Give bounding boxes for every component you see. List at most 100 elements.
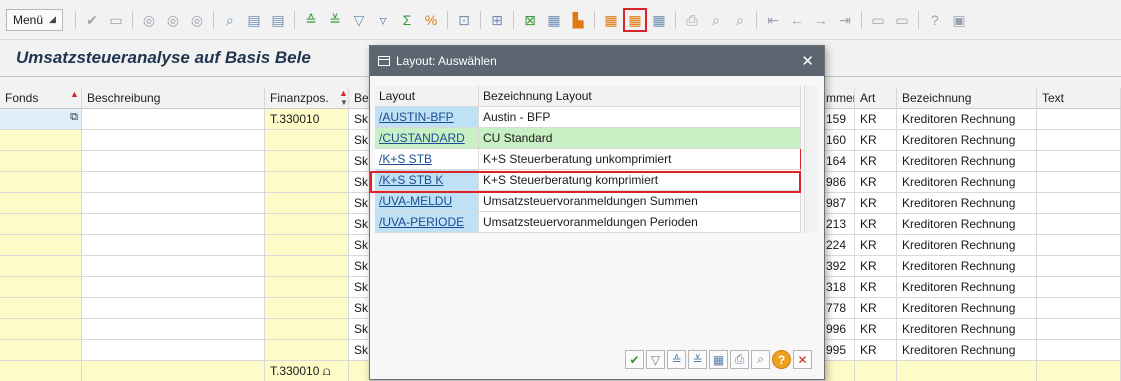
- cell-beschreibung[interactable]: [82, 214, 265, 235]
- new-session-icon[interactable]: ▭: [869, 11, 887, 29]
- cell-be[interactable]: Sk: [349, 235, 371, 256]
- filter-set-icon[interactable]: ▿: [374, 11, 392, 29]
- cell-finanzpos[interactable]: [265, 319, 349, 340]
- cell-fonds[interactable]: [0, 235, 82, 256]
- layout-cell[interactable]: /K+S STB: [375, 149, 479, 170]
- layout-description[interactable]: Umsatzsteuervoranmeldungen Summen: [479, 191, 801, 212]
- layout-row[interactable]: /CUSTANDARD CU Standard: [375, 128, 801, 149]
- export-icon[interactable]: ⊞: [488, 11, 506, 29]
- spreadsheet-icon[interactable]: ⊠: [521, 11, 539, 29]
- layout-description[interactable]: Umsatzsteuervoranmeldungen Perioden: [479, 212, 801, 233]
- cell-fonds[interactable]: [0, 130, 82, 151]
- cell-beschreibung[interactable]: [82, 319, 265, 340]
- shortcut-icon[interactable]: ▭: [893, 11, 911, 29]
- cell-nummer[interactable]: 160: [825, 130, 855, 151]
- layout-change-icon[interactable]: ▦: [602, 11, 620, 29]
- cell-nummer[interactable]: 987: [825, 193, 855, 214]
- filter-button[interactable]: ▽: [646, 350, 665, 369]
- cell-text[interactable]: [1037, 193, 1121, 214]
- layout-save-icon[interactable]: ▦: [650, 11, 668, 29]
- cell-bezeichnung[interactable]: Kreditoren Rechnung: [897, 256, 1037, 277]
- layout-cell[interactable]: /UVA-MELDU: [375, 191, 479, 212]
- cell-nummer[interactable]: 224: [825, 235, 855, 256]
- cell-nummer[interactable]: 213: [825, 214, 855, 235]
- cell-be[interactable]: Sk: [349, 130, 371, 151]
- cell-beschreibung[interactable]: [82, 109, 265, 130]
- layout-cell[interactable]: /AUSTIN-BFP: [375, 107, 479, 128]
- col-header-bezeichnung-layout[interactable]: Bezeichnung Layout: [479, 86, 801, 107]
- layout-cell[interactable]: /UVA-PERIODE: [375, 212, 479, 233]
- layout-button[interactable]: ▦: [709, 350, 728, 369]
- cell-be[interactable]: Sk: [349, 340, 371, 361]
- layout-description[interactable]: CU Standard: [479, 128, 801, 149]
- close-icon[interactable]: ✕: [801, 52, 814, 70]
- cell-beschreibung[interactable]: [82, 298, 265, 319]
- cell-finanzpos[interactable]: [265, 193, 349, 214]
- print-icon[interactable]: ⎙: [683, 11, 701, 29]
- cell-bezeichnung[interactable]: Kreditoren Rechnung: [897, 109, 1037, 130]
- layout-link[interactable]: /UVA-PERIODE: [379, 215, 464, 229]
- layout-link[interactable]: /K+S STB: [379, 152, 432, 166]
- cell-beschreibung[interactable]: [82, 277, 265, 298]
- cell-art[interactable]: KR: [855, 340, 897, 361]
- cell-fonds[interactable]: [0, 256, 82, 277]
- cell-art[interactable]: KR: [855, 235, 897, 256]
- cell-fonds[interactable]: [0, 340, 82, 361]
- cell-art[interactable]: KR: [855, 277, 897, 298]
- first-page-icon[interactable]: ⇤: [764, 11, 782, 29]
- cell-fonds[interactable]: [0, 319, 82, 340]
- col-header-finanzpos[interactable]: Finanzpos. ▲ ▼: [265, 88, 349, 109]
- cell-text[interactable]: [1037, 256, 1121, 277]
- cell-beschreibung[interactable]: [82, 193, 265, 214]
- cell-finanzpos[interactable]: [265, 235, 349, 256]
- ok-button[interactable]: ✔: [625, 350, 644, 369]
- cell-bezeichnung[interactable]: Kreditoren Rechnung: [897, 214, 1037, 235]
- cell-nummer[interactable]: 164: [825, 151, 855, 172]
- filter-icon[interactable]: ▽: [350, 11, 368, 29]
- help-button[interactable]: ?: [772, 350, 791, 369]
- cell-text[interactable]: [1037, 130, 1121, 151]
- next-page-icon[interactable]: →: [812, 11, 830, 29]
- cell-nummer[interactable]: 159: [825, 109, 855, 130]
- last-page-icon[interactable]: ⇥: [836, 11, 854, 29]
- cell-be[interactable]: Sk: [349, 193, 371, 214]
- check-icon[interactable]: ✔: [83, 11, 101, 29]
- layout-cell[interactable]: /CUSTANDARD: [375, 128, 479, 149]
- value-help-icon[interactable]: ⧉: [70, 111, 78, 124]
- help-icon[interactable]: ?: [926, 11, 944, 29]
- col-header-be[interactable]: Be: [349, 88, 371, 109]
- cell-be[interactable]: Sk: [349, 214, 371, 235]
- cell-finanzpos[interactable]: [265, 214, 349, 235]
- layout-row[interactable]: /UVA-PERIODE Umsatzsteuervoranmeldungen P…: [375, 212, 801, 233]
- col-header-bezeichnung[interactable]: Bezeichnung: [897, 88, 1037, 109]
- layout-row[interactable]: /AUSTIN-BFP Austin - BFP: [375, 107, 801, 128]
- cell-nummer[interactable]: 996: [825, 319, 855, 340]
- fonds-input[interactable]: ⧉: [0, 109, 82, 130]
- cell-text[interactable]: [1037, 235, 1121, 256]
- cell-finanzpos[interactable]: [265, 172, 349, 193]
- cell-nummer[interactable]: 778: [825, 298, 855, 319]
- cell-fonds[interactable]: [0, 172, 82, 193]
- cell-be[interactable]: Sk: [349, 172, 371, 193]
- cell-art[interactable]: KR: [855, 214, 897, 235]
- menu-button[interactable]: Menü ◢: [6, 8, 63, 31]
- cell-bezeichnung[interactable]: Kreditoren Rechnung: [897, 172, 1037, 193]
- cell-text[interactable]: [1037, 319, 1121, 340]
- cell-beschreibung[interactable]: [82, 172, 265, 193]
- cell-beschreibung[interactable]: [82, 340, 265, 361]
- cell-nummer[interactable]: 995: [825, 340, 855, 361]
- cell-text[interactable]: [1037, 172, 1121, 193]
- cell-nummer[interactable]: 986: [825, 172, 855, 193]
- sort-desc-icon[interactable]: ≚: [326, 11, 344, 29]
- cell-art[interactable]: KR: [855, 298, 897, 319]
- cell-fonds[interactable]: [0, 298, 82, 319]
- cell-art[interactable]: KR: [855, 193, 897, 214]
- layout-row[interactable]: /UVA-MELDU Umsatzsteuervoranmeldungen Sum…: [375, 191, 801, 212]
- layout-row[interactable]: /K+S STB K+S Steuerberatung unkomprimiert: [375, 149, 801, 170]
- cell-finanzpos[interactable]: [265, 151, 349, 172]
- cell-finanzpos[interactable]: [265, 277, 349, 298]
- cell-bezeichnung[interactable]: Kreditoren Rechnung: [897, 235, 1037, 256]
- find-button[interactable]: ⌕: [751, 350, 770, 369]
- cell-nummer[interactable]: 318: [825, 277, 855, 298]
- cell-text[interactable]: [1037, 298, 1121, 319]
